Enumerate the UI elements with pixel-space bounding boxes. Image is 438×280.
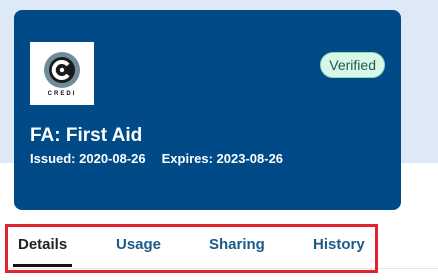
credi-logo-icon (44, 52, 80, 88)
active-tab-indicator (13, 264, 72, 267)
logo-text: CREDI (47, 91, 77, 97)
credential-dates: Issued: 2020-08-26 Expires: 2023-08-26 (30, 151, 283, 166)
tab-usage[interactable]: Usage (116, 236, 161, 253)
credential-card: CREDI Verified FA: First Aid Issued: 202… (14, 10, 401, 210)
tab-sharing[interactable]: Sharing (209, 236, 265, 253)
issuer-logo: CREDI (30, 42, 94, 105)
credential-title: FA: First Aid (30, 125, 143, 146)
expires-date: Expires: 2023-08-26 (161, 151, 284, 166)
tab-history[interactable]: History (313, 236, 365, 253)
issued-date: Issued: 2020-08-26 (30, 151, 146, 166)
tab-details[interactable]: Details (18, 236, 67, 253)
verified-badge: Verified (320, 52, 385, 78)
